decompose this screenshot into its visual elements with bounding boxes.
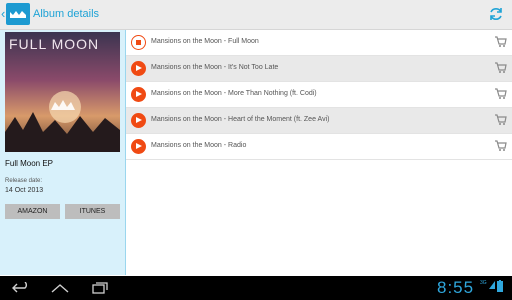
play-icon[interactable]: [131, 61, 146, 76]
play-icon[interactable]: [131, 139, 146, 154]
play-icon[interactable]: [131, 113, 146, 128]
signal-icon: [489, 281, 495, 289]
track-row[interactable]: Mansions on the Moon - More Than Nothing…: [126, 82, 512, 108]
album-cover: FULL MOON: [5, 32, 120, 152]
refresh-icon[interactable]: [488, 6, 504, 22]
action-bar: ‹ Album details: [0, 0, 512, 30]
clock: 8:55: [437, 278, 475, 297]
moon-logo-icon[interactable]: [6, 3, 30, 25]
album-panel: FULL MOON Full Moon EP Release date: 14 …: [0, 30, 126, 275]
track-row[interactable]: Mansions on the Moon - Radio: [126, 134, 512, 160]
back-icon[interactable]: [12, 282, 30, 294]
track-title: Mansions on the Moon - It's Not Too Late: [151, 64, 279, 71]
stop-icon[interactable]: [131, 35, 146, 50]
cart-icon[interactable]: [494, 61, 507, 74]
recents-icon[interactable]: [92, 282, 108, 294]
release-date-label: Release date:: [5, 178, 43, 184]
itunes-button[interactable]: ITUNES: [65, 204, 120, 219]
track-row[interactable]: Mansions on the Moon - Full Moon: [126, 30, 512, 56]
cart-icon[interactable]: [494, 113, 507, 126]
battery-icon: [497, 280, 503, 292]
track-title: Mansions on the Moon - More Than Nothing…: [151, 90, 317, 97]
home-icon[interactable]: [50, 282, 70, 294]
track-row[interactable]: Mansions on the Moon - It's Not Too Late: [126, 56, 512, 82]
track-title: Mansions on the Moon - Radio: [151, 142, 247, 149]
track-title: Mansions on the Moon - Full Moon: [151, 38, 259, 45]
cart-icon[interactable]: [494, 87, 507, 100]
track-title: Mansions on the Moon - Heart of the Mome…: [151, 116, 330, 123]
network-indicator: 3G: [480, 280, 487, 286]
cart-icon[interactable]: [494, 35, 507, 48]
amazon-button[interactable]: AMAZON: [5, 204, 60, 219]
release-date: 14 Oct 2013: [5, 187, 44, 194]
page-title: Album details: [33, 8, 100, 20]
cover-title: FULL MOON: [9, 36, 100, 52]
system-nav-bar: 8:55 3G: [0, 276, 512, 300]
play-icon[interactable]: [131, 87, 146, 102]
album-name: Full Moon EP: [5, 159, 54, 168]
track-row[interactable]: Mansions on the Moon - Heart of the Mome…: [126, 108, 512, 134]
chevron-left-icon[interactable]: ‹: [1, 7, 5, 20]
cart-icon[interactable]: [494, 139, 507, 152]
